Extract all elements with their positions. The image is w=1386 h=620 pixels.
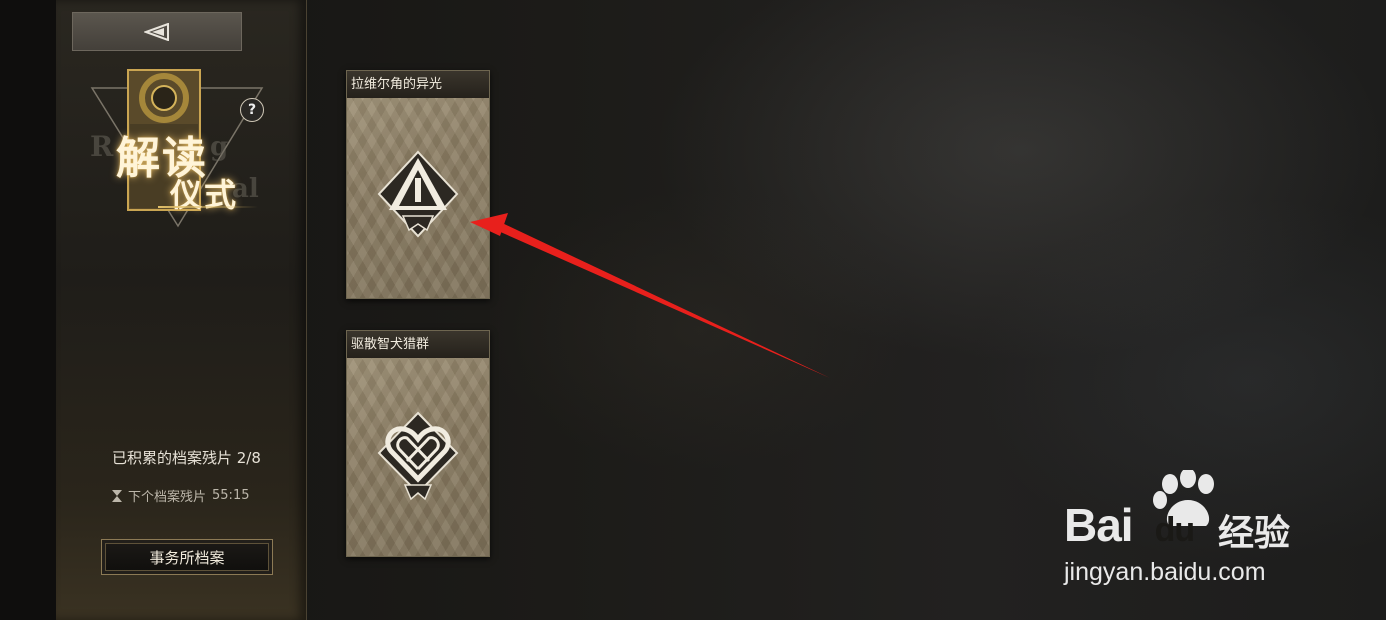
watermark-url: jingyan.baidu.com [1064, 558, 1266, 586]
watermark-brand2: du [1154, 511, 1196, 549]
baidu-jingyan-watermark: Bai du 经验 jingyan.baidu.com [1064, 470, 1324, 600]
watermark-cn: 经验 [1218, 513, 1291, 554]
watermark-brand: Bai [1064, 499, 1134, 551]
